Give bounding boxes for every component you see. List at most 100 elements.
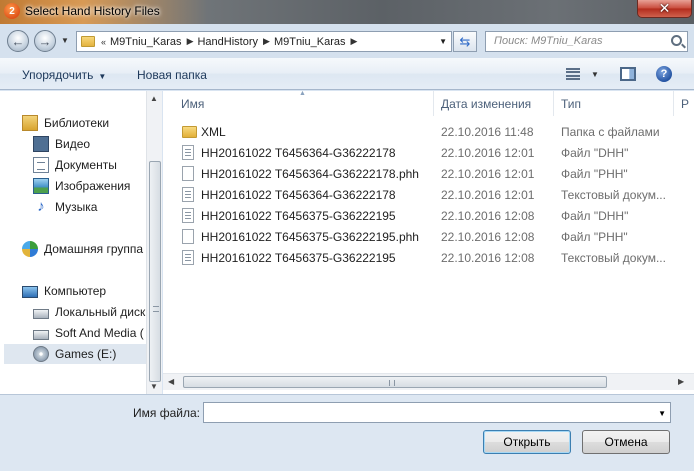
sidebar-item-video[interactable]: Видео — [33, 134, 146, 154]
grip-icon — [153, 306, 159, 312]
chevron-right-icon[interactable]: ▶ — [350, 36, 357, 47]
scrollbar-thumb[interactable] — [183, 376, 607, 388]
refresh-icon: ⇆ — [459, 33, 471, 49]
grip-icon — [389, 380, 395, 386]
new-folder-button[interactable]: Новая папка — [137, 68, 207, 82]
window-title: Select Hand History Files — [25, 4, 160, 18]
drive-icon — [33, 309, 49, 319]
open-button[interactable]: Открыть — [483, 430, 571, 454]
file-icon — [182, 166, 194, 181]
sidebar-item-documents[interactable]: Документы — [33, 155, 146, 175]
file-row[interactable]: HH20161022 T6456375-G36222195 22.10.2016… — [163, 247, 694, 268]
organize-button[interactable]: Упорядочить ▼ — [22, 68, 106, 82]
file-row[interactable]: HH20161022 T6456364-G36222178 22.10.2016… — [163, 142, 694, 163]
file-date: 22.10.2016 12:01 — [441, 146, 535, 160]
breadcrumb-overflow[interactable]: « — [101, 37, 106, 47]
dialog-footer: Имя файла: ▼ Открыть Отмена — [0, 394, 694, 471]
column-divider[interactable] — [433, 91, 434, 116]
help-icon[interactable]: ? — [656, 66, 672, 82]
column-header-type[interactable]: Тип — [561, 97, 581, 111]
sidebar-item-pictures[interactable]: Изображения — [33, 176, 146, 196]
scrollbar-thumb[interactable] — [149, 161, 161, 382]
file-row[interactable]: HH20161022 T6456375-G36222195 22.10.2016… — [163, 205, 694, 226]
view-dropdown[interactable]: ▼ — [591, 70, 599, 79]
recent-pages-dropdown[interactable]: ▼ — [61, 36, 69, 45]
file-name: HH20161022 T6456375-G36222195 — [201, 251, 396, 265]
sidebar-item-homegroup[interactable]: Домашняя группа — [22, 239, 146, 259]
column-header-size[interactable]: Р — [681, 97, 689, 111]
sidebar-item-label: Музыка — [55, 200, 98, 214]
file-type: Текстовый докум... — [561, 188, 666, 202]
scroll-down-icon[interactable]: ▼ — [150, 382, 158, 391]
sidebar-item-local-disk[interactable]: Локальный диск — [33, 302, 146, 322]
chevron-right-icon[interactable]: ▶ — [187, 36, 194, 47]
scroll-up-icon[interactable]: ▲ — [150, 94, 158, 103]
breadcrumb-item[interactable]: M9Tniu_Karas — [110, 36, 182, 48]
breadcrumb-item[interactable]: M9Tniu_Karas — [274, 36, 346, 48]
sort-ascending-icon: ▲ — [299, 91, 306, 97]
column-divider[interactable] — [673, 91, 674, 116]
text-file-icon — [182, 250, 194, 265]
file-row[interactable]: HH20161022 T6456375-G36222195.phh 22.10.… — [163, 226, 694, 247]
sidebar-item-computer[interactable]: Компьютер — [22, 281, 146, 301]
arrow-left-icon: ← — [11, 33, 25, 49]
music-icon: ♪ — [37, 198, 45, 215]
navigation-scrollbar[interactable]: ▲ ▼ — [146, 91, 162, 394]
file-date: 22.10.2016 12:08 — [441, 251, 535, 265]
sidebar-item-music[interactable]: ♪ Музыка — [33, 197, 146, 217]
forward-button[interactable]: → — [34, 30, 56, 52]
dvd-drive-icon — [33, 346, 49, 362]
column-header-date[interactable]: Дата изменения — [441, 97, 531, 111]
text-file-icon — [182, 208, 194, 223]
file-list[interactable]: ▲ Имя Дата изменения Тип Р XML 22.10.201… — [163, 91, 694, 394]
file-row[interactable]: HH20161022 T6456364-G36222178 22.10.2016… — [163, 184, 694, 205]
chevron-right-icon[interactable]: ▶ — [263, 36, 270, 47]
file-date: 22.10.2016 12:01 — [441, 167, 535, 181]
sidebar-item-games[interactable]: Games (E:) — [4, 344, 146, 364]
view-list-icon[interactable] — [566, 68, 580, 80]
breadcrumb[interactable]: « M9Tniu_Karas ▶ HandHistory ▶ M9Tniu_Ka… — [76, 31, 452, 52]
search-input[interactable]: Поиск: M9Tniu_Karas — [485, 31, 688, 52]
sidebar-item-libraries[interactable]: Библиотеки — [22, 113, 146, 133]
file-name: HH20161022 T6456375-G36222195 — [201, 209, 396, 223]
file-date: 22.10.2016 12:08 — [441, 209, 535, 223]
chevron-down-icon: ▼ — [98, 72, 107, 81]
file-date: 22.10.2016 12:01 — [441, 188, 535, 202]
text-file-icon — [182, 187, 194, 202]
sidebar-item-label: Изображения — [55, 179, 131, 193]
pictures-icon — [33, 178, 49, 194]
command-bar: Упорядочить ▼ Новая папка ▼ ? — [0, 58, 694, 90]
folder-icon — [81, 36, 95, 47]
file-list-horizontal-scrollbar[interactable]: ◀ ▶ — [163, 373, 694, 390]
scroll-left-icon[interactable]: ◀ — [168, 377, 174, 386]
address-dropdown[interactable]: ▼ — [439, 37, 447, 46]
file-row[interactable]: XML 22.10.2016 11:48 Папка с файлами — [163, 121, 694, 142]
back-button[interactable]: ← — [7, 30, 29, 52]
documents-icon — [33, 157, 49, 173]
filename-input[interactable]: ▼ — [203, 402, 671, 423]
chevron-down-icon[interactable]: ▼ — [658, 409, 666, 418]
address-row: ← → ▼ « M9Tniu_Karas ▶ HandHistory ▶ M9T… — [0, 24, 694, 58]
title-bar[interactable]: 2 Select Hand History Files ✕ — [0, 0, 694, 24]
scroll-right-icon[interactable]: ▶ — [678, 377, 684, 386]
search-icon[interactable] — [671, 35, 682, 46]
breadcrumb-item[interactable]: HandHistory — [197, 36, 258, 48]
preview-pane-icon[interactable] — [620, 67, 636, 81]
column-divider[interactable] — [553, 91, 554, 116]
file-icon — [182, 229, 194, 244]
close-button[interactable]: ✕ — [637, 0, 692, 18]
homegroup-icon — [22, 241, 38, 257]
filename-label: Имя файла: — [133, 406, 200, 420]
file-name: HH20161022 T6456364-G36222178.phh — [201, 167, 419, 181]
sidebar-item-label: Видео — [55, 137, 91, 151]
sidebar-item-label: Games (E:) — [55, 347, 117, 361]
sidebar-item-label: Локальный диск — [55, 305, 146, 319]
refresh-button[interactable]: ⇆ — [453, 31, 477, 52]
file-row[interactable]: HH20161022 T6456364-G36222178.phh 22.10.… — [163, 163, 694, 184]
file-name: HH20161022 T6456364-G36222178 — [201, 188, 396, 202]
sidebar-item-soft-and-media[interactable]: Soft And Media ( — [33, 323, 146, 343]
drive-icon — [33, 330, 49, 340]
folder-icon — [182, 126, 197, 138]
column-header-name[interactable]: Имя — [181, 97, 204, 111]
cancel-button[interactable]: Отмена — [582, 430, 670, 454]
